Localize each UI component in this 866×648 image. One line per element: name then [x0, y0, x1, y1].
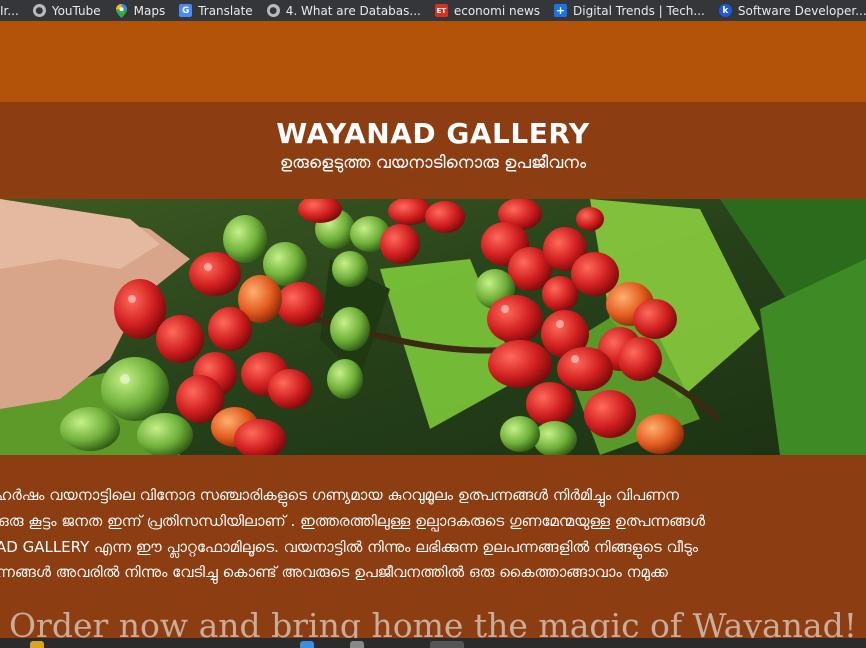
bookmark-maps[interactable]: Maps: [109, 0, 174, 21]
bookmark-databases[interactable]: ● 4. What are Databas...: [261, 0, 429, 21]
taskbar-app-icon[interactable]: [350, 641, 364, 648]
translate-icon: G: [179, 4, 193, 17]
bookmarks-bar: Ir... ● YouTube Maps G Translate ● 4. Wh…: [0, 0, 866, 21]
description-line: AD GALLERY എന്ന ഈ പ്ലാറ്റഫോമിലൂടെ. വയനാട…: [0, 538, 699, 556]
description-line: ഒരു കൂട്ടം ജനത ഇന്ന് പ്രതിസന്ധിയിലാണ് . …: [0, 512, 706, 530]
bookmark-software-developer[interactable]: k Software Developer...: [713, 0, 866, 21]
site-header: WAYANAD GALLERY ഉരുളെടുത്ത വയനാടിനൊരു ഉപ…: [0, 102, 866, 199]
hero-image: [0, 199, 866, 455]
page-top-gap: [0, 21, 866, 31]
globe-icon: ●: [32, 4, 46, 17]
file-explorer-icon[interactable]: [30, 641, 44, 648]
taskbar-app-icon[interactable]: [300, 641, 314, 648]
page-title: WAYANAD GALLERY: [276, 117, 590, 150]
bookmark-label: YouTube: [51, 3, 101, 18]
chrome-taskbar-icon[interactable]: [430, 641, 464, 648]
maps-pin-icon: [115, 3, 128, 18]
top-navbar: [0, 31, 866, 102]
bookmark-label: Translate: [198, 3, 253, 18]
bookmark-label: 4. What are Databas...: [285, 3, 421, 18]
bookmark-label: Maps: [133, 3, 166, 18]
coffee-cherries-photo: [0, 199, 866, 455]
plus-icon: +: [554, 4, 568, 17]
globe-icon: ●: [266, 4, 280, 17]
page-subtitle: ഉരുളെടുത്ത വയനാടിനൊരു ഉപജീവനം: [279, 153, 587, 173]
description-line: ന്നങ്ങൾ അവരിൽ നിന്നും വേടിച്ചു കൊണ്ട് അവ…: [0, 563, 668, 581]
bookmark-ir[interactable]: Ir...: [0, 0, 27, 21]
bookmark-translate[interactable]: G Translate: [173, 0, 261, 21]
bookmark-digital-trends[interactable]: + Digital Trends | Tech...: [548, 0, 713, 21]
bookmark-label: economi news: [453, 3, 541, 18]
bookmark-label: Software Developer...: [737, 3, 866, 18]
bookmark-economic-news[interactable]: ET economi news: [429, 0, 548, 21]
et-icon: ET: [434, 4, 448, 17]
bookmark-youtube[interactable]: ● YouTube: [27, 0, 109, 21]
bookmark-label: Ir...: [0, 3, 19, 18]
description-line: ഹർഷം വയനാട്ടിലെ വിനോദ സഞ്ചാരികളുടെ ഗണ്യമ…: [0, 486, 679, 504]
bookmark-label: Digital Trends | Tech...: [573, 3, 705, 18]
k-icon: k: [718, 4, 732, 17]
